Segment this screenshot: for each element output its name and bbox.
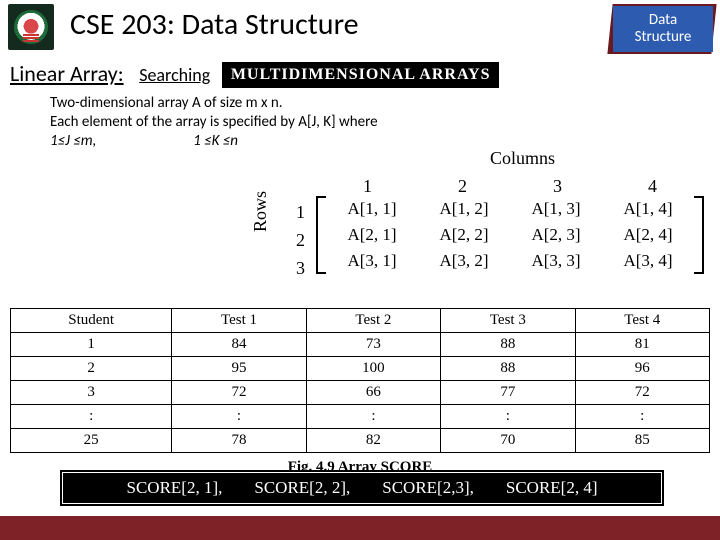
subheading: Linear Array: Searching MULTIDIMENSIONAL… xyxy=(10,60,499,88)
column-numbers: 1234 xyxy=(320,176,700,197)
slide-title: CSE 203: Data Structure xyxy=(70,6,359,43)
badge-text: DataStructure xyxy=(635,12,692,47)
footer-bar xyxy=(0,516,720,540)
row-numbers: 123 xyxy=(296,198,305,282)
columns-label: Columns xyxy=(490,148,555,169)
score-table-wrap: StudentTest 1Test 2Test 3Test 4 18473888… xyxy=(10,308,710,476)
matrix: A[1, 1]A[1, 2]A[1, 3]A[1, 4] A[2, 1]A[2,… xyxy=(316,196,704,274)
score-table: StudentTest 1Test 2Test 3Test 4 18473888… xyxy=(10,308,710,453)
topic-main: Linear Array: xyxy=(10,60,124,87)
header: CSE 203: Data Structure DataStructure xyxy=(0,0,720,56)
table-row: 2578827085 xyxy=(11,429,710,453)
table-row: 184738881 xyxy=(11,333,710,357)
university-logo xyxy=(8,4,54,50)
body-line-3: 1≤J ≤m, 1 ≤K ≤n xyxy=(50,132,378,151)
table-row: 372667772 xyxy=(11,381,710,405)
table-row: 2951008896 xyxy=(11,357,710,381)
course-badge: DataStructure xyxy=(610,4,714,54)
table-row: ::::: xyxy=(11,405,710,429)
multidimensional-chip: MULTIDIMENSIONAL ARRAYS xyxy=(222,62,500,88)
rows-label: Rows xyxy=(250,191,271,232)
score-references: SCORE[2, 1], SCORE[2, 2], SCORE[2,3], SC… xyxy=(62,472,662,504)
body-line-2: Each element of the array is specified b… xyxy=(50,113,378,132)
body-line-1: Two-dimensional array A of size m x n. xyxy=(50,94,378,113)
body-text: Two-dimensional array A of size m x n. E… xyxy=(50,94,378,150)
topic-sub: Searching xyxy=(139,64,210,86)
